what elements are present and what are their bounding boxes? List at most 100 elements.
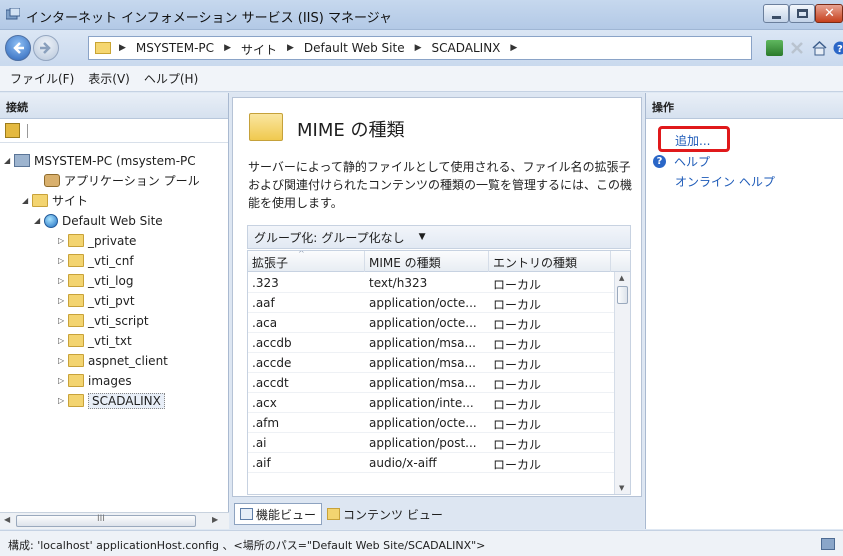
column-header-mime-type[interactable]: MIME の種類 <box>365 251 489 272</box>
folder-icon <box>68 274 84 287</box>
table-vscrollbar[interactable]: ▲ ▼ <box>614 272 630 494</box>
menu-bar: ファイル(F) 表示(V) ヘルプ(H) <box>0 66 843 92</box>
group-by-select[interactable]: グループ化なし <box>321 229 404 246</box>
help-menu-icon[interactable]: ? <box>833 40 843 56</box>
dropdown-arrow-icon[interactable]: ▼ <box>419 232 426 242</box>
minimize-icon <box>772 16 781 19</box>
collapse-icon[interactable]: ◢ <box>22 196 32 205</box>
menu-help[interactable]: ヘルプ(H) <box>144 70 198 87</box>
column-header-extension[interactable]: 拡張子 ^ <box>248 251 365 272</box>
table-row[interactable]: .accde application/msa... ローカル <box>248 353 616 373</box>
add-action-link[interactable]: 追加... <box>658 126 730 152</box>
tree-node[interactable]: ▷ aspnet_client <box>58 351 168 370</box>
tree-node[interactable]: ▷ _vti_script <box>58 311 149 330</box>
collapse-icon[interactable]: ◢ <box>4 156 14 165</box>
connections-hscrollbar[interactable]: ◀ III ▶ <box>0 512 229 529</box>
breadcrumb-separator-icon[interactable]: ▶ <box>415 41 422 58</box>
expand-icon[interactable]: ▷ <box>58 236 68 245</box>
scroll-up-icon[interactable]: ▲ <box>619 274 624 282</box>
cell-entry-type: ローカル <box>493 458 542 472</box>
home-icon[interactable] <box>811 40 828 56</box>
maximize-button[interactable] <box>789 4 815 23</box>
status-bar: 構成: 'localhost' applicationHost.config 、… <box>0 530 843 556</box>
breadcrumb-separator-icon[interactable]: ▶ <box>224 41 231 58</box>
cell-extension: .accde <box>252 356 292 370</box>
cell-mime-type: application/msa... <box>369 376 476 390</box>
online-help-link[interactable]: オンライン ヘルプ <box>675 173 775 190</box>
table-row[interactable]: .acx application/inte... ローカル <box>248 393 616 413</box>
scroll-right-icon[interactable]: ▶ <box>212 515 218 524</box>
expand-icon[interactable]: ▷ <box>58 336 68 345</box>
tree-node[interactable]: ◢ MSYSTEM-PC (msystem-PC <box>4 151 196 170</box>
globe-icon <box>44 213 58 228</box>
tree-node-label: Default Web Site <box>62 213 163 228</box>
breadcrumb-separator-icon[interactable]: ▶ <box>119 41 126 58</box>
table-row[interactable]: .afm application/octe... ローカル <box>248 413 616 433</box>
actions-header: 操作 <box>646 93 843 119</box>
tree-node[interactable]: ◢ サイト <box>22 191 88 210</box>
hscroll-thumb[interactable]: III <box>16 514 196 527</box>
close-button[interactable]: ✕ <box>815 4 843 23</box>
breadcrumb-item[interactable]: Default Web Site <box>304 41 405 58</box>
stop-icon[interactable] <box>789 40 806 56</box>
table-row[interactable]: .323 text/h323 ローカル <box>248 273 616 293</box>
window-title: インターネット インフォメーション サービス (IIS) マネージャ <box>26 11 393 26</box>
forward-button[interactable] <box>33 35 59 61</box>
folder-icon <box>68 354 84 367</box>
minimize-button[interactable] <box>763 4 789 23</box>
expand-icon[interactable]: ▷ <box>58 396 68 405</box>
folder-icon <box>68 394 84 407</box>
column-header-entry-type[interactable]: エントリの種類 <box>489 251 611 272</box>
help-link[interactable]: ヘルプ <box>674 153 710 170</box>
expand-icon[interactable]: ▷ <box>58 376 68 385</box>
breadcrumb-separator-icon[interactable]: ▶ <box>510 41 517 58</box>
tree-node[interactable]: ▷ _vti_cnf <box>58 251 134 270</box>
tree-node[interactable]: ▷ _vti_log <box>58 271 133 290</box>
table-row[interactable]: .ai application/post... ローカル <box>248 433 616 453</box>
tree-node[interactable]: ▷ SCADALINX <box>58 391 165 410</box>
tree-node[interactable]: アプリケーション プール <box>34 171 200 190</box>
tree-node[interactable]: ▷ images <box>58 371 132 390</box>
breadcrumb-item[interactable]: サイト <box>241 41 277 58</box>
breadcrumb-item[interactable]: SCADALINX <box>432 41 501 58</box>
cell-extension: .acx <box>252 396 277 410</box>
scroll-left-icon[interactable]: ◀ <box>4 515 10 524</box>
create-new-connection-icon[interactable] <box>5 123 20 138</box>
table-row[interactable]: .accdb application/msa... ローカル <box>248 333 616 353</box>
breadcrumb-separator-icon[interactable]: ▶ <box>287 41 294 58</box>
scroll-down-icon[interactable]: ▼ <box>619 484 624 492</box>
table-row[interactable]: .aaf application/octe... ローカル <box>248 293 616 313</box>
menu-file[interactable]: ファイル(F) <box>10 70 74 87</box>
tree-node[interactable]: ▷ _vti_pvt <box>58 291 135 310</box>
folder-icon <box>68 254 84 267</box>
table-row[interactable]: .aif audio/x-aiff ローカル <box>248 453 616 473</box>
address-bar[interactable]: ▶ MSYSTEM-PC ▶ サイト ▶ Default Web Site ▶ … <box>88 36 752 60</box>
expand-icon[interactable]: ▷ <box>58 276 68 285</box>
help-action[interactable]: ? ヘルプ <box>653 153 710 170</box>
collapse-icon[interactable]: ◢ <box>34 216 44 225</box>
tab-features-view[interactable]: 機能ビュー <box>234 503 323 525</box>
expand-icon[interactable]: ▷ <box>58 296 68 305</box>
features-view-icon <box>240 508 253 520</box>
tab-content-view[interactable]: コンテンツ ビュー <box>322 503 448 525</box>
tree-node[interactable]: ▷ _vti_txt <box>58 331 132 350</box>
connect-icon[interactable] <box>766 40 783 56</box>
table-row[interactable]: .accdt application/msa... ローカル <box>248 373 616 393</box>
column-header-label: 拡張子 <box>252 256 289 270</box>
toolbar-separator <box>27 124 28 138</box>
tree-node[interactable]: ◢ Default Web Site <box>34 211 163 230</box>
tree-node-label: _vti_txt <box>88 333 132 348</box>
back-button[interactable] <box>5 35 31 61</box>
iis-app-icon <box>5 7 21 21</box>
cell-extension: .323 <box>252 276 279 290</box>
breadcrumb-item[interactable]: MSYSTEM-PC <box>136 41 214 58</box>
cell-mime-type: application/msa... <box>369 336 476 350</box>
tree-node[interactable]: ▷ _private <box>58 231 136 250</box>
vscroll-thumb[interactable] <box>617 286 628 304</box>
expand-icon[interactable]: ▷ <box>58 356 68 365</box>
sort-ascending-icon: ^ <box>298 250 305 258</box>
expand-icon[interactable]: ▷ <box>58 256 68 265</box>
menu-view[interactable]: 表示(V) <box>88 70 130 87</box>
expand-icon[interactable]: ▷ <box>58 316 68 325</box>
table-row[interactable]: .aca application/octe... ローカル <box>248 313 616 333</box>
